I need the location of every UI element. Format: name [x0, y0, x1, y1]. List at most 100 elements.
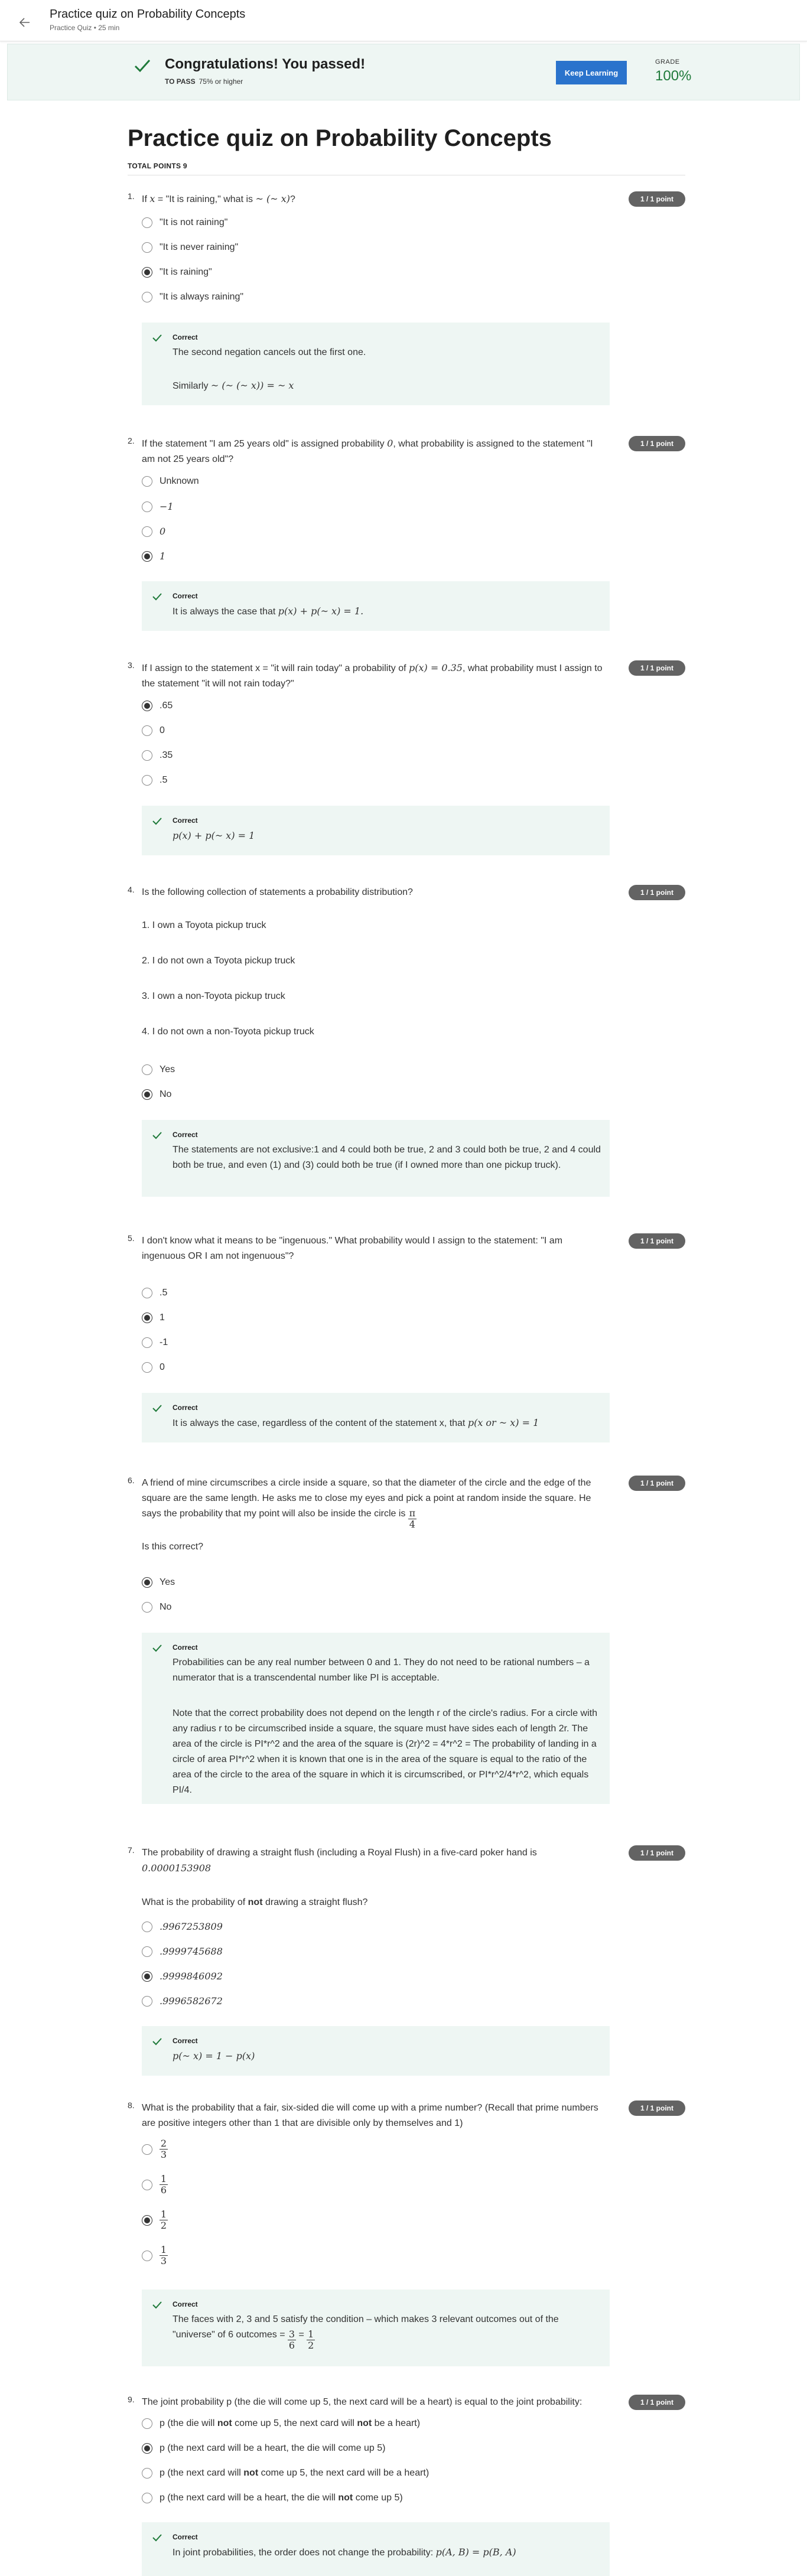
option[interactable]: 23 [142, 2138, 168, 2160]
feedback-label: Correct [173, 816, 198, 825]
question-number: 9. [128, 2395, 135, 2404]
radio-button[interactable] [142, 526, 152, 537]
feedback-text: Note that the correct probability does n… [173, 1708, 597, 1795]
option[interactable]: 13 [142, 2245, 168, 2266]
option[interactable]: Unknown [142, 476, 199, 487]
option[interactable]: p (the next card will not come up 5, the… [142, 2468, 429, 2479]
question-text: A friend of mine circumscribes a circle … [142, 1478, 591, 1530]
question-prompt: Is this correct? [142, 1542, 204, 1552]
grade-label: GRADE [655, 58, 680, 66]
radio-button[interactable] [142, 1602, 152, 1613]
option[interactable]: 12 [142, 2209, 168, 2231]
radio-button[interactable] [142, 1362, 152, 1373]
radio-button[interactable] [142, 2468, 152, 2479]
option[interactable]: p (the die will not come up 5, the next … [142, 2418, 420, 2429]
feedback-label: Correct [173, 1131, 198, 1139]
option[interactable]: "It is never raining" [142, 242, 238, 253]
check-icon [151, 591, 163, 605]
option[interactable]: .5 [142, 775, 167, 786]
option[interactable]: Yes [142, 1064, 175, 1075]
back-arrow-icon[interactable] [14, 12, 35, 33]
option[interactable]: No [142, 1602, 171, 1613]
check-icon [151, 332, 163, 347]
option[interactable]: .35 [142, 750, 173, 761]
option[interactable]: −1 [142, 501, 174, 512]
check-icon [132, 55, 153, 79]
radio-button-selected[interactable] [142, 1577, 152, 1588]
radio-button[interactable] [142, 501, 152, 512]
option[interactable]: 1 [142, 1313, 165, 1323]
option[interactable]: p (the next card will be a heart, the di… [142, 2493, 403, 2503]
question-text: If the statement "I am 25 years old" is … [142, 438, 593, 464]
radio-button-selected[interactable] [142, 551, 152, 562]
feedback-box: Correct It is always the case, regardles… [142, 1393, 610, 1442]
feedback-box: Correct Probabilities can be any real nu… [142, 1633, 610, 1804]
option[interactable]: Yes [142, 1577, 175, 1588]
result-banner: Congratulations! You passed! TO PASS 75% … [7, 44, 800, 100]
radio-button[interactable] [142, 242, 152, 253]
option[interactable]: .9996582672 [142, 1995, 223, 2007]
check-icon [151, 1642, 163, 1657]
option[interactable]: -1 [142, 1337, 168, 1348]
points-badge: 1 / 1 point [629, 1233, 685, 1249]
quiz-heading: Practice quiz on Probability Concepts [128, 125, 552, 151]
radio-button[interactable] [142, 1995, 152, 2007]
option[interactable]: .5 [142, 1288, 167, 1298]
option[interactable]: 16 [142, 2174, 168, 2196]
option[interactable]: No [142, 1089, 171, 1100]
option[interactable]: p (the next card will be a heart, the di… [142, 2443, 385, 2454]
radio-button[interactable] [142, 2250, 152, 2261]
radio-button-selected[interactable] [142, 1971, 152, 1982]
radio-button-selected[interactable] [142, 701, 152, 711]
option[interactable]: 0 [142, 725, 165, 736]
to-pass-info: TO PASS 75% or higher [165, 77, 243, 86]
radio-button[interactable] [142, 476, 152, 487]
option[interactable]: "It is always raining" [142, 292, 243, 302]
feedback-text: It is always the case, regardless of the… [173, 1417, 539, 1428]
option[interactable]: .65 [142, 701, 173, 711]
radio-button[interactable] [142, 1288, 152, 1298]
fraction: 12 [160, 2209, 168, 2231]
feedback-box: Correct The statements are not exclusive… [142, 1120, 610, 1197]
radio-button[interactable] [142, 1337, 152, 1348]
question-prompt: What is the probability of not drawing a… [142, 1897, 368, 1907]
radio-button[interactable] [142, 217, 152, 228]
feedback-label: Correct [173, 1643, 198, 1652]
option[interactable]: .9999745688 [142, 1946, 223, 1957]
radio-button-selected[interactable] [142, 2443, 152, 2454]
radio-button[interactable] [142, 2418, 152, 2429]
top-bar: Practice quiz on Probability Concepts Pr… [0, 0, 807, 41]
radio-button[interactable] [142, 2493, 152, 2503]
radio-button[interactable] [142, 2179, 152, 2190]
question-number: 6. [128, 1476, 135, 1485]
feedback-box: Correct p(x) + p(~ x) = 1 [142, 806, 610, 855]
question-text: If I assign to the statement x = "it wil… [142, 662, 603, 689]
option[interactable]: 0 [142, 1362, 165, 1373]
statement: 3. I own a non-Toyota pickup truck [142, 991, 285, 1001]
radio-button[interactable] [142, 292, 152, 302]
question-text: I don't know what it means to be "ingenu… [142, 1236, 563, 1261]
radio-button[interactable] [142, 2144, 152, 2155]
option[interactable]: "It is not raining" [142, 217, 227, 228]
page-subtitle: Practice Quiz • 25 min [50, 24, 120, 32]
radio-button[interactable] [142, 775, 152, 786]
radio-button[interactable] [142, 1064, 152, 1075]
radio-button[interactable] [142, 725, 152, 736]
option[interactable]: 0 [142, 526, 165, 537]
option[interactable]: 1 [142, 551, 165, 562]
feedback-label: Correct [173, 2037, 198, 2045]
option[interactable]: .9999846092 [142, 1971, 223, 1982]
radio-button[interactable] [142, 750, 152, 761]
radio-button[interactable] [142, 1921, 152, 1932]
radio-button-selected[interactable] [142, 1313, 152, 1323]
feedback-text: p(~ x) = 1 − p(x) [173, 2050, 255, 2062]
option[interactable]: .9967253809 [142, 1921, 223, 1932]
option[interactable]: "It is raining" [142, 267, 212, 278]
feedback-text: In joint probabilities, the order does n… [173, 2546, 516, 2558]
radio-button-selected[interactable] [142, 2214, 152, 2226]
radio-button-selected[interactable] [142, 1089, 152, 1100]
radio-button-selected[interactable] [142, 267, 152, 278]
keep-learning-button[interactable]: Keep Learning [556, 61, 627, 84]
fraction: 23 [160, 2138, 168, 2160]
radio-button[interactable] [142, 1946, 152, 1957]
